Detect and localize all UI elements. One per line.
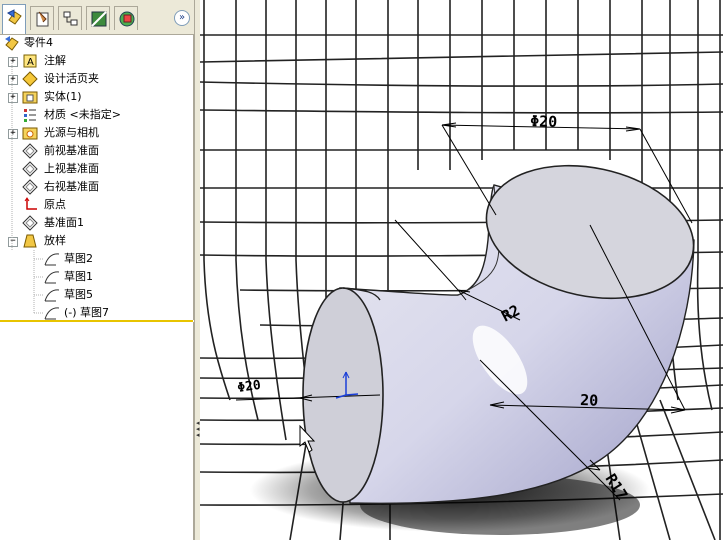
property-manager-tab[interactable] (30, 6, 54, 30)
splitter-grip-icon: ◂ ◂ ◂ (196, 419, 200, 439)
feature-manager-tab[interactable] (2, 4, 26, 34)
feature-manager-icon (7, 9, 22, 25)
feature-tree: 零件4 + A 注解 + 设计活页夹 + 实体(1) 材质 <未指定> + 光源… (0, 34, 194, 320)
graphics-viewport[interactable]: Φ20 R2 20 R17 Φ20 (200, 0, 723, 540)
model-scene: Φ20 R2 20 R17 Φ20 (200, 0, 723, 540)
dim-left-diameter: Φ20 (236, 378, 262, 396)
property-manager-icon (36, 11, 49, 27)
configuration-manager-icon (63, 11, 78, 26)
expand-panel-button[interactable]: » (174, 10, 190, 26)
dimxpert-manager-tab[interactable] (86, 6, 110, 30)
display-manager-icon (119, 11, 135, 27)
dimxpert-icon (91, 11, 107, 27)
configuration-manager-tab[interactable] (58, 6, 82, 30)
double-chevron-right-icon: » (178, 12, 186, 23)
dim-top-diameter: Φ20 (530, 112, 558, 131)
dim-width-20: 20 (580, 391, 599, 410)
elbow-model (302, 164, 695, 505)
tree-empty-area (0, 322, 194, 540)
feature-manager-panel: » 零件4 + A 注解 + 设计活页夹 + 实体(1) 材质 <未指定> + … (0, 0, 196, 540)
tree-connector-lines (11, 61, 44, 314)
manager-tabs: » (0, 0, 196, 35)
display-manager-tab[interactable] (114, 6, 138, 30)
